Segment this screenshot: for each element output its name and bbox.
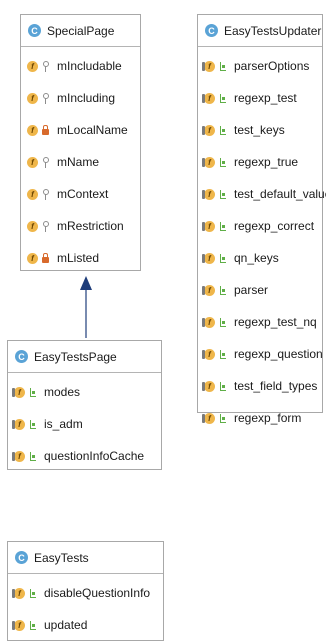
field-name: disableQuestionInfo [44, 586, 151, 600]
static-field-icon: f [12, 386, 25, 398]
class-icon: C [15, 551, 28, 564]
class-box-easytestspage[interactable]: C EasyTestsPage f modes f is_adm f question… [7, 340, 162, 470]
static-field-icon: f [12, 587, 25, 599]
field-name: is_adm [44, 417, 83, 431]
static-field-icon: f [12, 418, 25, 430]
class-header: C EasyTests [8, 542, 163, 574]
package-icon [29, 620, 36, 631]
field-row[interactable]: f is_adm [8, 408, 161, 440]
class-name: EasyTestsPage [34, 349, 117, 364]
package-icon [29, 451, 36, 462]
class-header: C EasyTestsPage [8, 341, 161, 373]
field-row[interactable]: f disableQuestionInfo [8, 577, 163, 609]
inheritance-arrowhead [80, 276, 92, 290]
field-name: modes [44, 385, 81, 399]
class-icon: C [15, 350, 28, 363]
field-row[interactable]: f modes [8, 376, 161, 408]
package-icon [29, 588, 36, 599]
field-name: questionInfoCache [44, 449, 145, 463]
class-box-easytests[interactable]: C EasyTests f disableQuestionInfo f update… [7, 541, 164, 641]
field-row[interactable]: f questionInfoCache [8, 440, 161, 472]
package-icon [29, 419, 36, 430]
field-name: updated [44, 618, 88, 632]
static-field-icon: f [12, 619, 25, 631]
class-name: EasyTests [34, 550, 89, 565]
field-row[interactable]: f updated [8, 609, 163, 641]
package-icon [29, 387, 36, 398]
static-field-icon: f [12, 450, 25, 462]
